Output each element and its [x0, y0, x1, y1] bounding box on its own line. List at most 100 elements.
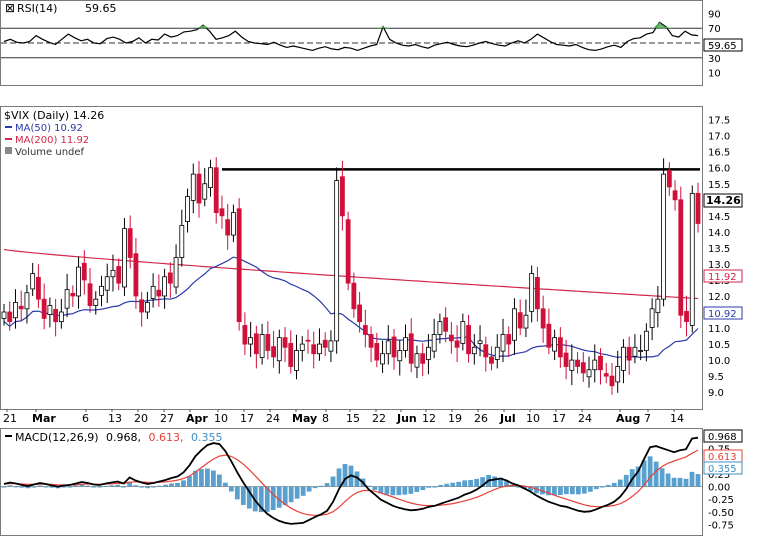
candle-body: [122, 228, 127, 288]
candle-body: [139, 299, 145, 313]
candle-body: [380, 353, 385, 365]
candle-body: [689, 192, 695, 326]
macd-histogram-bar: [384, 486, 390, 495]
volume-legend-label: Volume undef: [15, 147, 85, 158]
candle-body: [368, 334, 374, 348]
macd-histogram-bar: [228, 486, 234, 492]
macd-histogram-bar: [7, 485, 13, 487]
macd-histogram-bar: [575, 486, 581, 495]
macd-histogram-bar: [288, 486, 294, 503]
candle-body: [471, 346, 477, 355]
macd-histogram-bar: [139, 486, 144, 488]
macd-histogram-bar: [270, 486, 276, 511]
candle-body: [489, 356, 494, 364]
candle-body: [225, 219, 231, 236]
ma50-value-box: 10.92: [703, 306, 743, 320]
candle-body: [236, 208, 242, 323]
macd-histogram-bar: [163, 484, 168, 487]
macd-histogram-bar: [372, 486, 378, 490]
rsi-indicator-label: RSI(14): [17, 2, 57, 15]
chart-icon-glyph: ⊠: [5, 1, 15, 15]
macd-histogram-bar: [145, 486, 150, 489]
candle-body: [53, 309, 59, 323]
candle-body: [397, 350, 403, 362]
macd-histogram-bar: [222, 482, 228, 487]
rsi-current-value: 59.65: [85, 2, 117, 15]
x-tick-label: 13: [108, 412, 122, 425]
candle-body: [253, 333, 259, 355]
macd-histogram-bar: [563, 486, 569, 495]
candle-body: [190, 173, 196, 201]
candle-body: [695, 192, 701, 224]
candle-body: [185, 196, 190, 222]
candle-body: [288, 343, 294, 367]
macd-histogram-bar: [205, 468, 210, 487]
macd-histogram-bar: [133, 485, 139, 487]
candle-body: [242, 325, 248, 345]
macd-histogram-bar: [97, 486, 103, 488]
candle-body: [609, 375, 615, 387]
candle-body: [661, 173, 666, 300]
candle-body: [408, 333, 414, 364]
macd-histogram-bar: [67, 486, 73, 488]
macd-histogram-bar: [695, 474, 701, 487]
macd-histogram-bar: [450, 482, 456, 487]
candle-body: [684, 310, 689, 323]
candle-body: [144, 301, 150, 313]
candle-body: [173, 257, 179, 288]
macd-histogram-bar: [330, 476, 336, 487]
candle-body: [345, 219, 351, 284]
candle-body: [18, 305, 24, 310]
volume-legend-swatch: [5, 147, 12, 154]
candle-body: [374, 343, 380, 361]
candle-body: [598, 355, 603, 371]
candle-body: [133, 253, 139, 297]
macd-histogram-bar: [599, 486, 605, 488]
candle-body: [317, 343, 322, 355]
x-tick-label: 6: [82, 412, 89, 425]
macd-histogram-bar: [432, 486, 438, 488]
candle-body: [494, 346, 500, 360]
macd-histogram-bar: [31, 486, 37, 488]
candle-body: [116, 266, 122, 284]
candle-body: [460, 321, 466, 344]
candle-body: [414, 353, 420, 368]
macd-histogram-bar: [175, 482, 180, 487]
candle-body: [58, 311, 64, 323]
candle-body: [150, 285, 156, 299]
candle-body: [30, 273, 36, 290]
macd-histogram-bar: [115, 484, 121, 487]
macd-histogram-bar: [426, 486, 432, 488]
candle-body: [448, 334, 454, 342]
hist-value-label: 0.355: [191, 431, 223, 444]
macd-histogram-bar: [211, 470, 216, 487]
macd-histogram-bar: [324, 483, 330, 487]
macd-histogram-bar: [318, 485, 324, 487]
candle-body: [477, 340, 483, 344]
price-y-tick-label: 16.5: [708, 148, 730, 159]
candle-body: [500, 334, 506, 352]
price-y-tick-label: 17.5: [708, 116, 730, 127]
macd-histogram-bar: [103, 485, 109, 487]
candle-body: [167, 272, 173, 284]
candle-body: [592, 359, 598, 371]
macd-histogram-bar: [151, 486, 156, 488]
macd-indicator-label: MACD(12,26,9): [15, 431, 99, 444]
macd-histogram-bar: [1, 486, 7, 488]
price-y-tick-label: 13.0: [708, 260, 730, 271]
macd-histogram-bar: [73, 485, 79, 487]
candle-body: [104, 276, 110, 291]
candle-body: [534, 276, 540, 310]
candle-body: [437, 321, 443, 335]
rsi-y-tick-label: 70: [708, 24, 721, 35]
macd-legend-text: MACD(12,26,9) 0.968, 0.613, 0.355: [15, 431, 223, 444]
macd-histogram-bar: [462, 480, 468, 487]
macd-histogram-bar: [414, 486, 420, 492]
x-tick-label: 14: [670, 412, 684, 425]
rsi-y-tick-label: 90: [708, 9, 721, 20]
signal-value-label: 0.613,: [149, 431, 184, 444]
candle-body: [282, 337, 288, 348]
x-tick-label: 17: [240, 412, 254, 425]
price-y-tick-label: 15.5: [708, 180, 730, 191]
macd-histogram-bar: [617, 479, 623, 487]
